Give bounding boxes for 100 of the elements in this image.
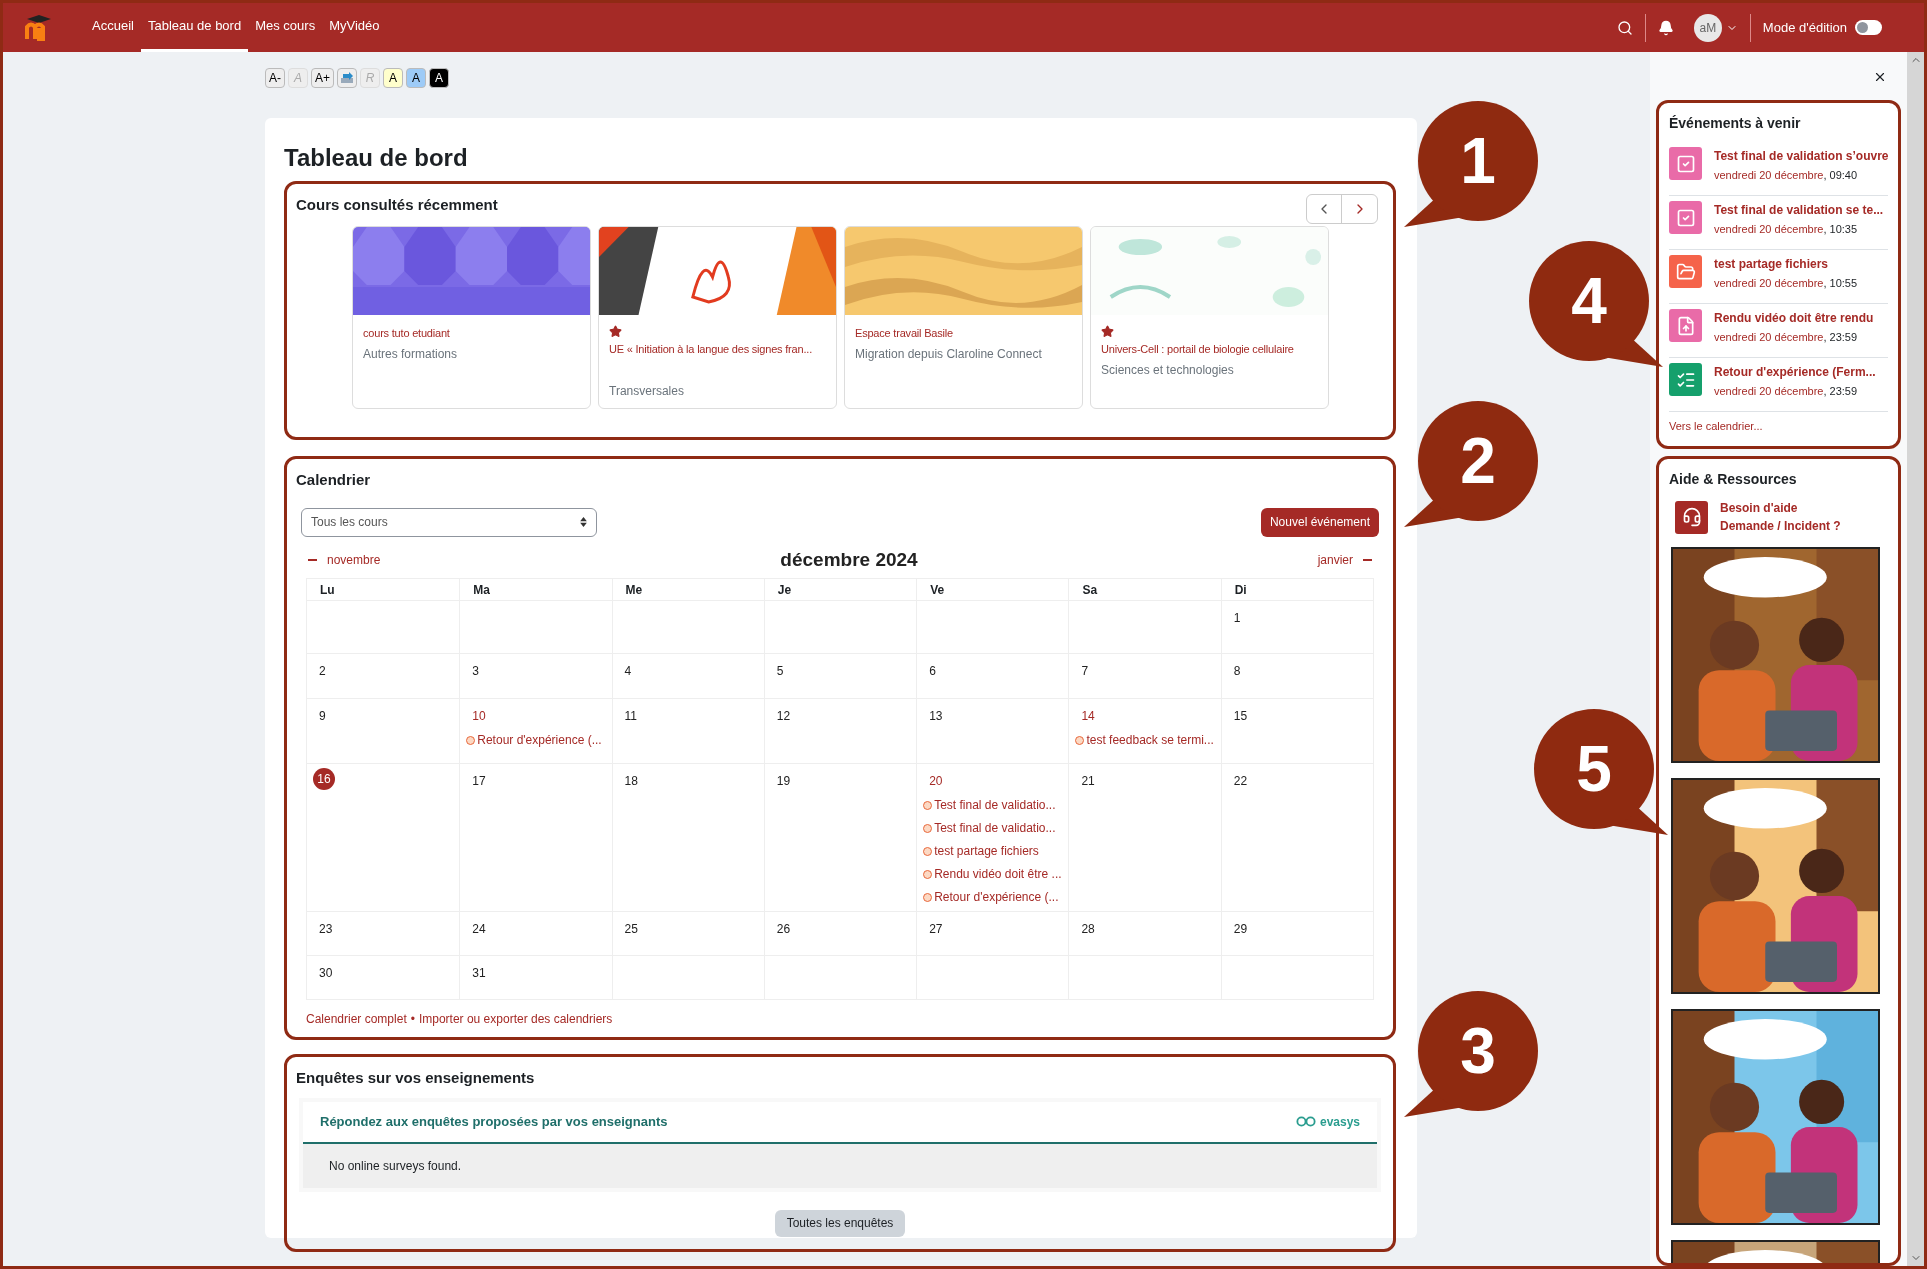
edit-mode-switch[interactable] [1855,20,1882,35]
calendar-day-cell[interactable]: 17 [459,764,612,911]
calendar-link[interactable]: Calendrier complet [306,1010,407,1028]
calendar-day-cell[interactable]: 9 [307,699,460,763]
day-number: 20 [929,773,944,790]
event-link[interactable]: Rendu vidéo doit être ... [934,865,1062,883]
weekday-header: Di [1220,579,1373,600]
weekday-header: Ma [459,579,612,600]
event-link[interactable]: Test final de validatio... [934,819,1056,837]
course-card[interactable]: cours tuto etudiant Autres formations [352,226,591,409]
nav-link[interactable]: Mes cours [248,3,323,52]
course-name[interactable]: Espace travail Basile [855,325,1072,342]
calendar-day-cell[interactable]: 1 [1220,601,1373,653]
font-size-button[interactable]: A+ [311,68,334,88]
reading-mode-button[interactable] [337,68,357,88]
calendar-link[interactable]: Vers le calendrier... [1669,418,1888,435]
calendar-day-cell[interactable]: 30 [307,956,460,999]
course-category: Autres formations [363,345,459,363]
day-number: 9 [319,708,327,725]
headset-icon [1681,507,1702,527]
course-category: Sciences et technologies [1101,361,1235,379]
day-number: 15 [1233,708,1249,725]
course-name[interactable]: UE « Initiation à la langue des signes fran... [609,341,826,358]
calendar-day-cell[interactable]: 22 [1220,764,1373,911]
close-icon[interactable] [1873,70,1887,84]
calendar-day-cell[interactable]: 18 [611,764,764,911]
course-card[interactable]: Espace travail Basile Migration depuis Claroline Connect [844,226,1083,409]
calendar-day-cell[interactable]: 25 [611,912,764,955]
day-number: 8 [1233,663,1242,680]
day-number: 24 [472,921,487,938]
font-size-button[interactable]: A- [265,68,285,88]
course-filter-select[interactable]: Tous les cours [301,507,597,537]
day-number: 3 [472,663,480,680]
calendar-day-cell[interactable]: 20 Test final de validatio... Test final de validatio... test partage fichiers Rendu vidéo doit être ... Retour d'expérience (... [916,764,1069,911]
notification-bell-icon[interactable] [1657,19,1674,36]
calendar-day-cell[interactable]: 13 [916,699,1069,763]
font-size-button[interactable]: A [406,68,426,88]
calendar-day-cell[interactable]: 27 [916,912,1069,955]
event-link[interactable]: test partage fichiers [934,842,1039,860]
course-card[interactable]: UE « Initiation à la langue des signes fran... Transversales [598,226,837,409]
new-event-button[interactable]: Nouvel événement [1260,507,1379,537]
calendar-day-cell[interactable]: 7 [1068,654,1221,698]
weekday-header: Je [763,579,917,600]
calendar-day-cell[interactable]: 19 [763,764,917,911]
calendar-day-cell[interactable]: 5 [763,654,917,698]
block-title: Aide & Ressources [1669,470,1798,489]
day-number: 27 [929,921,944,938]
next-month-link[interactable]: janvier [1317,550,1372,569]
day-number: 23 [319,921,334,938]
day-number: 26 [776,921,792,938]
calendar-day-cell[interactable]: 3 [459,654,612,698]
font-size-button[interactable]: A [429,68,449,88]
help-link[interactable]: Besoin d'aide Demande / Incident ? [1720,499,1841,535]
event-link[interactable]: test feedback se termi... [1086,731,1214,749]
calendar-day-cell[interactable]: 10 Retour d'expérience (... [459,699,612,763]
course-category: Migration depuis Claroline Connect [855,345,1043,363]
event-title-link[interactable]: test partage fichiers [1714,255,1858,273]
evasys-logo-icon [1295,1116,1316,1127]
survey-subtitle: Répondez aux enquêtes proposées par vos enseignants [320,1112,668,1131]
calendar-day-cell[interactable]: 26 [763,912,917,955]
event-link[interactable]: Retour d'expérience (... [934,888,1059,906]
course-category: Transversales [609,383,685,400]
calendar-day-cell[interactable]: 28 [1068,912,1221,955]
nav-link[interactable]: Accueil [85,3,141,52]
calendar-day-cell[interactable]: 31 [459,956,612,999]
calendar-day-cell[interactable]: 8 [1220,654,1373,698]
calendar-day-cell[interactable]: 6 [916,654,1069,698]
calendar-day-cell[interactable]: 29 [1220,912,1373,955]
previous-month-link[interactable]: novembre [308,550,381,569]
calendar-day-cell[interactable]: 23 [307,912,460,955]
event-title-link[interactable]: Retour d'expérience (Ferm... [1714,363,1876,381]
calendar-day-cell[interactable]: 21 [1068,764,1221,911]
calendar-day-cell[interactable]: 4 [611,654,764,698]
event-link[interactable]: Test final de validatio... [934,796,1056,814]
search-icon[interactable] [1616,19,1633,36]
nav-link[interactable]: MyVidéo [322,3,387,52]
calendar-day-cell[interactable]: 14 test feedback se termi... [1068,699,1221,763]
page-title: Tableau de bord [284,143,469,173]
nav-link[interactable]: Tableau de bord [140,3,249,52]
course-name[interactable]: Univers-Cell : portail de biologie cellulaire [1101,341,1318,358]
course-card[interactable]: Univers-Cell : portail de biologie cellulaire Sciences et technologies [1090,226,1329,409]
event-link[interactable]: Retour d'expérience (... [477,731,602,749]
event-title-link[interactable]: Test final de validation se te... [1714,201,1884,219]
course-name[interactable]: cours tuto etudiant [363,325,580,342]
calendar-day-cell[interactable]: 24 [459,912,612,955]
calendar-day-cell[interactable]: 2 [307,654,460,698]
all-surveys-button[interactable]: Toutes les enquêtes [774,1209,906,1237]
calendar-day-cell[interactable]: 16 [307,764,460,911]
event-title-link[interactable]: Test final de validation s’ouvre [1714,147,1889,165]
calendar-link[interactable]: Importer ou exporter des calendriers [418,1010,613,1028]
day-number: 1 [1233,610,1242,627]
calendar-day-cell[interactable]: 15 [1220,699,1373,763]
font-size-button[interactable]: A [383,68,403,88]
arrow-left-icon [308,558,317,561]
event-title-link[interactable]: Rendu vidéo doit être rendu [1714,309,1874,327]
user-avatar[interactable]: aM [1693,13,1722,42]
day-number: 25 [624,921,639,938]
calendar-day-cell[interactable]: 11 [611,699,764,763]
block-title: Événements à venir [1669,114,1802,133]
calendar-day-cell[interactable]: 12 [763,699,917,763]
